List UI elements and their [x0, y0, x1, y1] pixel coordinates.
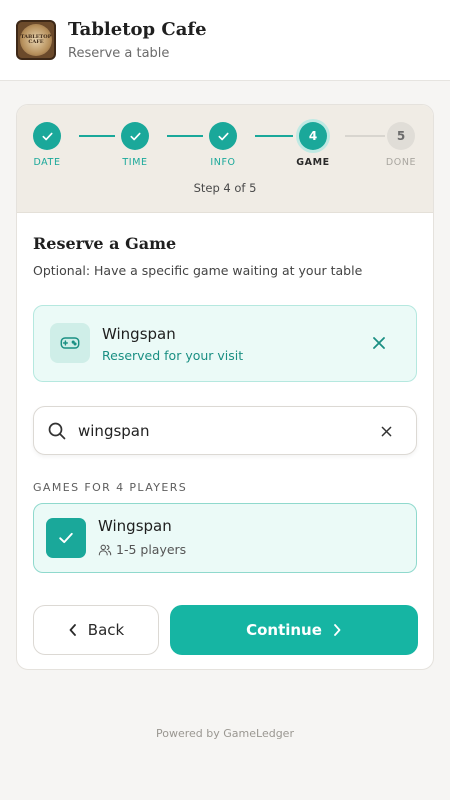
players-text: 1-5 players — [116, 542, 187, 557]
back-button[interactable]: Back — [33, 605, 159, 655]
reserved-game-banner: Wingspan Reserved for your visit — [33, 305, 417, 382]
section-description: Optional: Have a specific game waiting a… — [33, 263, 363, 278]
app-subtitle: Reserve a table — [68, 46, 170, 61]
check-icon — [41, 132, 53, 140]
game-list-item[interactable]: Wingspan 1-5 players — [33, 503, 417, 573]
search-icon — [48, 422, 66, 440]
gamepad-icon — [50, 323, 90, 363]
step-number: 4 — [299, 122, 327, 150]
users-icon — [98, 544, 112, 555]
powered-by-footer: Powered by GameLedger — [156, 727, 294, 740]
game-player-count: 1-5 players — [98, 542, 186, 557]
step-time: TIME — [105, 122, 165, 172]
games-list-heading: GAMES FOR 4 PLAYERS — [33, 481, 188, 494]
step-label: DATE — [33, 157, 61, 168]
back-button-label: Back — [87, 621, 125, 639]
step-done: 5 DONE — [371, 122, 431, 172]
continue-button-label: Continue — [246, 621, 322, 639]
section-title: Reserve a Game — [33, 234, 177, 253]
step-date: DATE — [17, 122, 77, 172]
chevron-left-icon — [69, 624, 76, 636]
game-search-input[interactable] — [78, 417, 368, 445]
step-number: 5 — [387, 122, 415, 150]
step-label: GAME — [296, 157, 330, 168]
step-info: INFO — [193, 122, 253, 172]
reservation-card: DATE TIME INFO 4 GAME 5 DONE Step 4 of 5… — [16, 104, 434, 670]
check-icon — [217, 132, 229, 140]
logo-text: TABLETOP CAFE — [20, 24, 52, 56]
app-header: TABLETOP CAFE Tabletop Cafe Reserve a ta… — [0, 0, 450, 81]
game-name: Wingspan — [98, 517, 172, 535]
remove-reservation-button[interactable] — [368, 332, 390, 354]
step-label: DONE — [385, 157, 417, 168]
step-game: 4 GAME — [283, 122, 343, 172]
reserved-game-name: Wingspan — [102, 325, 176, 343]
progress-stepper: DATE TIME INFO 4 GAME 5 DONE Step 4 of 5 — [17, 105, 433, 213]
step-check-circle — [33, 122, 61, 150]
step-check-circle — [209, 122, 237, 150]
game-search-box — [33, 406, 417, 455]
step-label: TIME — [122, 157, 148, 168]
check-icon — [129, 132, 141, 140]
step-label: INFO — [210, 157, 236, 168]
step-check-circle — [121, 122, 149, 150]
continue-button[interactable]: Continue — [170, 605, 418, 655]
check-icon — [59, 532, 73, 544]
clear-search-button[interactable] — [376, 421, 396, 441]
app-title: Tabletop Cafe — [68, 19, 207, 40]
chevron-right-icon — [334, 624, 341, 636]
selected-checkbox — [46, 518, 86, 558]
step-count: Step 4 of 5 — [193, 181, 257, 195]
reserved-game-status: Reserved for your visit — [102, 348, 244, 363]
close-icon — [373, 337, 385, 349]
cafe-logo: TABLETOP CAFE — [16, 20, 56, 60]
close-icon — [381, 426, 391, 436]
